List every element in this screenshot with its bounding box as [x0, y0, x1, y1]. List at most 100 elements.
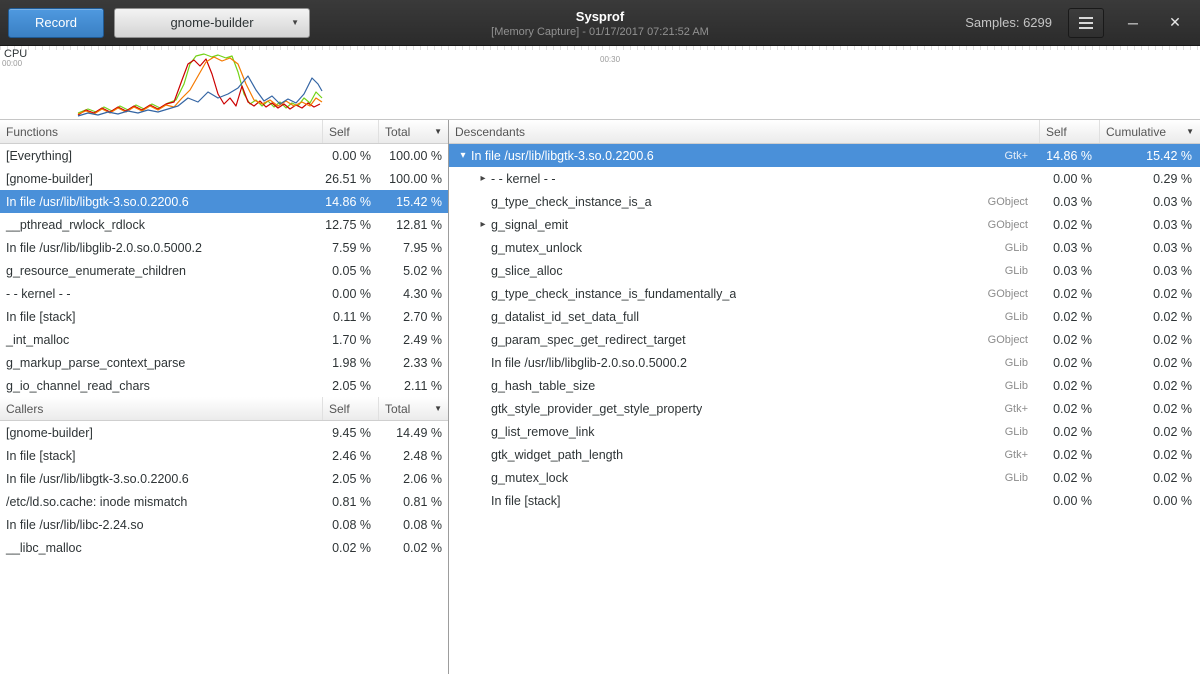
descendant-name-cell: In file [stack]: [449, 494, 1040, 508]
descendant-self: 0.02 %: [1040, 310, 1100, 324]
minimize-button[interactable]: ─: [1120, 8, 1146, 38]
function-row[interactable]: In file /usr/lib/libgtk-3.so.0.2200.614.…: [0, 190, 448, 213]
descendant-name: In file /usr/lib/libgtk-3.so.0.2200.6: [471, 149, 654, 163]
caller-name: [gnome-builder]: [0, 426, 323, 440]
descendant-row[interactable]: ▸- - kernel - -0.00 %0.29 %: [449, 167, 1200, 190]
descendant-cumulative: 0.29 %: [1100, 172, 1200, 186]
function-self: 0.00 %: [323, 149, 379, 163]
descendant-self: 0.03 %: [1040, 241, 1100, 255]
functions-table-header: Functions Self Total ▼: [0, 120, 448, 144]
record-button[interactable]: Record: [8, 8, 104, 38]
library-tag: GLib: [995, 265, 1036, 277]
column-header-total-label: Total: [385, 125, 410, 139]
function-row[interactable]: g_io_channel_read_chars2.05 %2.11 %: [0, 374, 448, 397]
function-name: [gnome-builder]: [0, 172, 323, 186]
function-name: [Everything]: [0, 149, 323, 163]
descendant-self: 0.02 %: [1040, 402, 1100, 416]
sort-indicator-icon: ▼: [1186, 127, 1194, 136]
time-label-start: 00:00: [2, 59, 22, 68]
function-name: __pthread_rwlock_rdlock: [0, 218, 323, 232]
column-header-cumulative-label: Cumulative: [1106, 125, 1166, 139]
descendant-row[interactable]: ▾In file /usr/lib/libgtk-3.so.0.2200.6Gt…: [449, 144, 1200, 167]
function-row[interactable]: [gnome-builder]26.51 %100.00 %: [0, 167, 448, 190]
function-total: 12.81 %: [379, 218, 448, 232]
process-selector-dropdown[interactable]: gnome-builder ▼: [114, 8, 310, 38]
descendant-row[interactable]: g_param_spec_get_redirect_targetGObject0…: [449, 328, 1200, 351]
column-header-functions[interactable]: Functions: [0, 120, 323, 143]
caller-self: 9.45 %: [323, 426, 379, 440]
column-header-total[interactable]: Total ▼: [379, 397, 448, 420]
descendant-cumulative: 15.42 %: [1100, 149, 1200, 163]
function-name: In file /usr/lib/libglib-2.0.so.0.5000.2: [0, 241, 323, 255]
column-header-cumulative[interactable]: Cumulative ▼: [1100, 120, 1200, 143]
column-header-callers[interactable]: Callers: [0, 397, 323, 420]
descendant-cumulative: 0.02 %: [1100, 333, 1200, 347]
column-header-self[interactable]: Self: [323, 397, 379, 420]
caller-row[interactable]: In file /usr/lib/libc-2.24.so0.08 %0.08 …: [0, 513, 448, 536]
column-header-self[interactable]: Self: [323, 120, 379, 143]
caller-name: In file /usr/lib/libgtk-3.so.0.2200.6: [0, 472, 323, 486]
descendant-name-cell: g_datalist_id_set_data_fullGLib: [449, 310, 1040, 324]
descendant-row[interactable]: g_slice_allocGLib0.03 %0.03 %: [449, 259, 1200, 282]
function-total: 2.49 %: [379, 333, 448, 347]
cpu-graph[interactable]: CPU 00:00 00:30: [0, 46, 1200, 120]
function-name: In file [stack]: [0, 310, 323, 324]
function-row[interactable]: g_resource_enumerate_children0.05 %5.02 …: [0, 259, 448, 282]
function-total: 15.42 %: [379, 195, 448, 209]
column-header-total[interactable]: Total ▼: [379, 120, 448, 143]
column-header-self-label: Self: [1046, 125, 1067, 139]
function-total: 5.02 %: [379, 264, 448, 278]
function-total: 2.70 %: [379, 310, 448, 324]
close-button[interactable]: ✕: [1162, 8, 1188, 38]
library-tag: Gtk+: [994, 449, 1036, 461]
descendant-name: g_param_spec_get_redirect_target: [491, 333, 686, 347]
descendant-row[interactable]: ▸g_signal_emitGObject0.02 %0.03 %: [449, 213, 1200, 236]
descendant-name-cell: g_mutex_unlockGLib: [449, 241, 1040, 255]
descendant-name-cell: ▾In file /usr/lib/libgtk-3.so.0.2200.6Gt…: [449, 149, 1040, 163]
function-row[interactable]: In file /usr/lib/libglib-2.0.so.0.5000.2…: [0, 236, 448, 259]
descendant-row[interactable]: g_type_check_instance_is_aGObject0.03 %0…: [449, 190, 1200, 213]
caller-total: 0.81 %: [379, 495, 448, 509]
function-total: 2.33 %: [379, 356, 448, 370]
function-row[interactable]: - - kernel - -0.00 %4.30 %: [0, 282, 448, 305]
expand-icon[interactable]: ▸: [475, 173, 491, 184]
descendant-row[interactable]: g_type_check_instance_is_fundamentally_a…: [449, 282, 1200, 305]
descendant-row[interactable]: g_mutex_unlockGLib0.03 %0.03 %: [449, 236, 1200, 259]
menu-button[interactable]: [1068, 8, 1104, 38]
descendant-name: g_signal_emit: [491, 218, 568, 232]
descendant-self: 0.02 %: [1040, 218, 1100, 232]
caller-self: 2.46 %: [323, 449, 379, 463]
caller-row[interactable]: __libc_malloc0.02 %0.02 %: [0, 536, 448, 559]
column-header-self[interactable]: Self: [1040, 120, 1100, 143]
caller-row[interactable]: In file /usr/lib/libgtk-3.so.0.2200.62.0…: [0, 467, 448, 490]
caller-row[interactable]: /etc/ld.so.cache: inode mismatch0.81 %0.…: [0, 490, 448, 513]
functions-table-body: [Everything]0.00 %100.00 %[gnome-builder…: [0, 144, 448, 397]
function-row[interactable]: _int_malloc1.70 %2.49 %: [0, 328, 448, 351]
cpu-line-cpu0: [78, 54, 322, 113]
collapse-icon[interactable]: ▾: [455, 150, 471, 161]
descendant-row[interactable]: g_hash_table_sizeGLib0.02 %0.02 %: [449, 374, 1200, 397]
descendant-row[interactable]: gtk_style_provider_get_style_propertyGtk…: [449, 397, 1200, 420]
descendant-row[interactable]: gtk_widget_path_lengthGtk+0.02 %0.02 %: [449, 443, 1200, 466]
descendant-row[interactable]: g_list_remove_linkGLib0.02 %0.02 %: [449, 420, 1200, 443]
descendant-row[interactable]: In file /usr/lib/libglib-2.0.so.0.5000.2…: [449, 351, 1200, 374]
caller-total: 2.48 %: [379, 449, 448, 463]
function-row[interactable]: In file [stack]0.11 %2.70 %: [0, 305, 448, 328]
descendant-cumulative: 0.02 %: [1100, 471, 1200, 485]
descendant-self: 0.02 %: [1040, 287, 1100, 301]
caller-row[interactable]: [gnome-builder]9.45 %14.49 %: [0, 421, 448, 444]
expand-icon[interactable]: ▸: [475, 219, 491, 230]
descendant-row[interactable]: g_mutex_lockGLib0.02 %0.02 %: [449, 466, 1200, 489]
descendant-row[interactable]: In file [stack]0.00 %0.00 %: [449, 489, 1200, 512]
app-subtitle: [Memory Capture] - 01/17/2017 07:21:52 A…: [491, 26, 709, 38]
caller-total: 14.49 %: [379, 426, 448, 440]
descendant-row[interactable]: g_datalist_id_set_data_fullGLib0.02 %0.0…: [449, 305, 1200, 328]
function-row[interactable]: g_markup_parse_context_parse1.98 %2.33 %: [0, 351, 448, 374]
function-row[interactable]: __pthread_rwlock_rdlock12.75 %12.81 %: [0, 213, 448, 236]
function-self: 7.59 %: [323, 241, 379, 255]
column-header-descendants[interactable]: Descendants: [449, 120, 1040, 143]
descendant-name: gtk_style_provider_get_style_property: [491, 402, 702, 416]
column-header-total-label: Total: [385, 402, 410, 416]
function-row[interactable]: [Everything]0.00 %100.00 %: [0, 144, 448, 167]
caller-row[interactable]: In file [stack]2.46 %2.48 %: [0, 444, 448, 467]
